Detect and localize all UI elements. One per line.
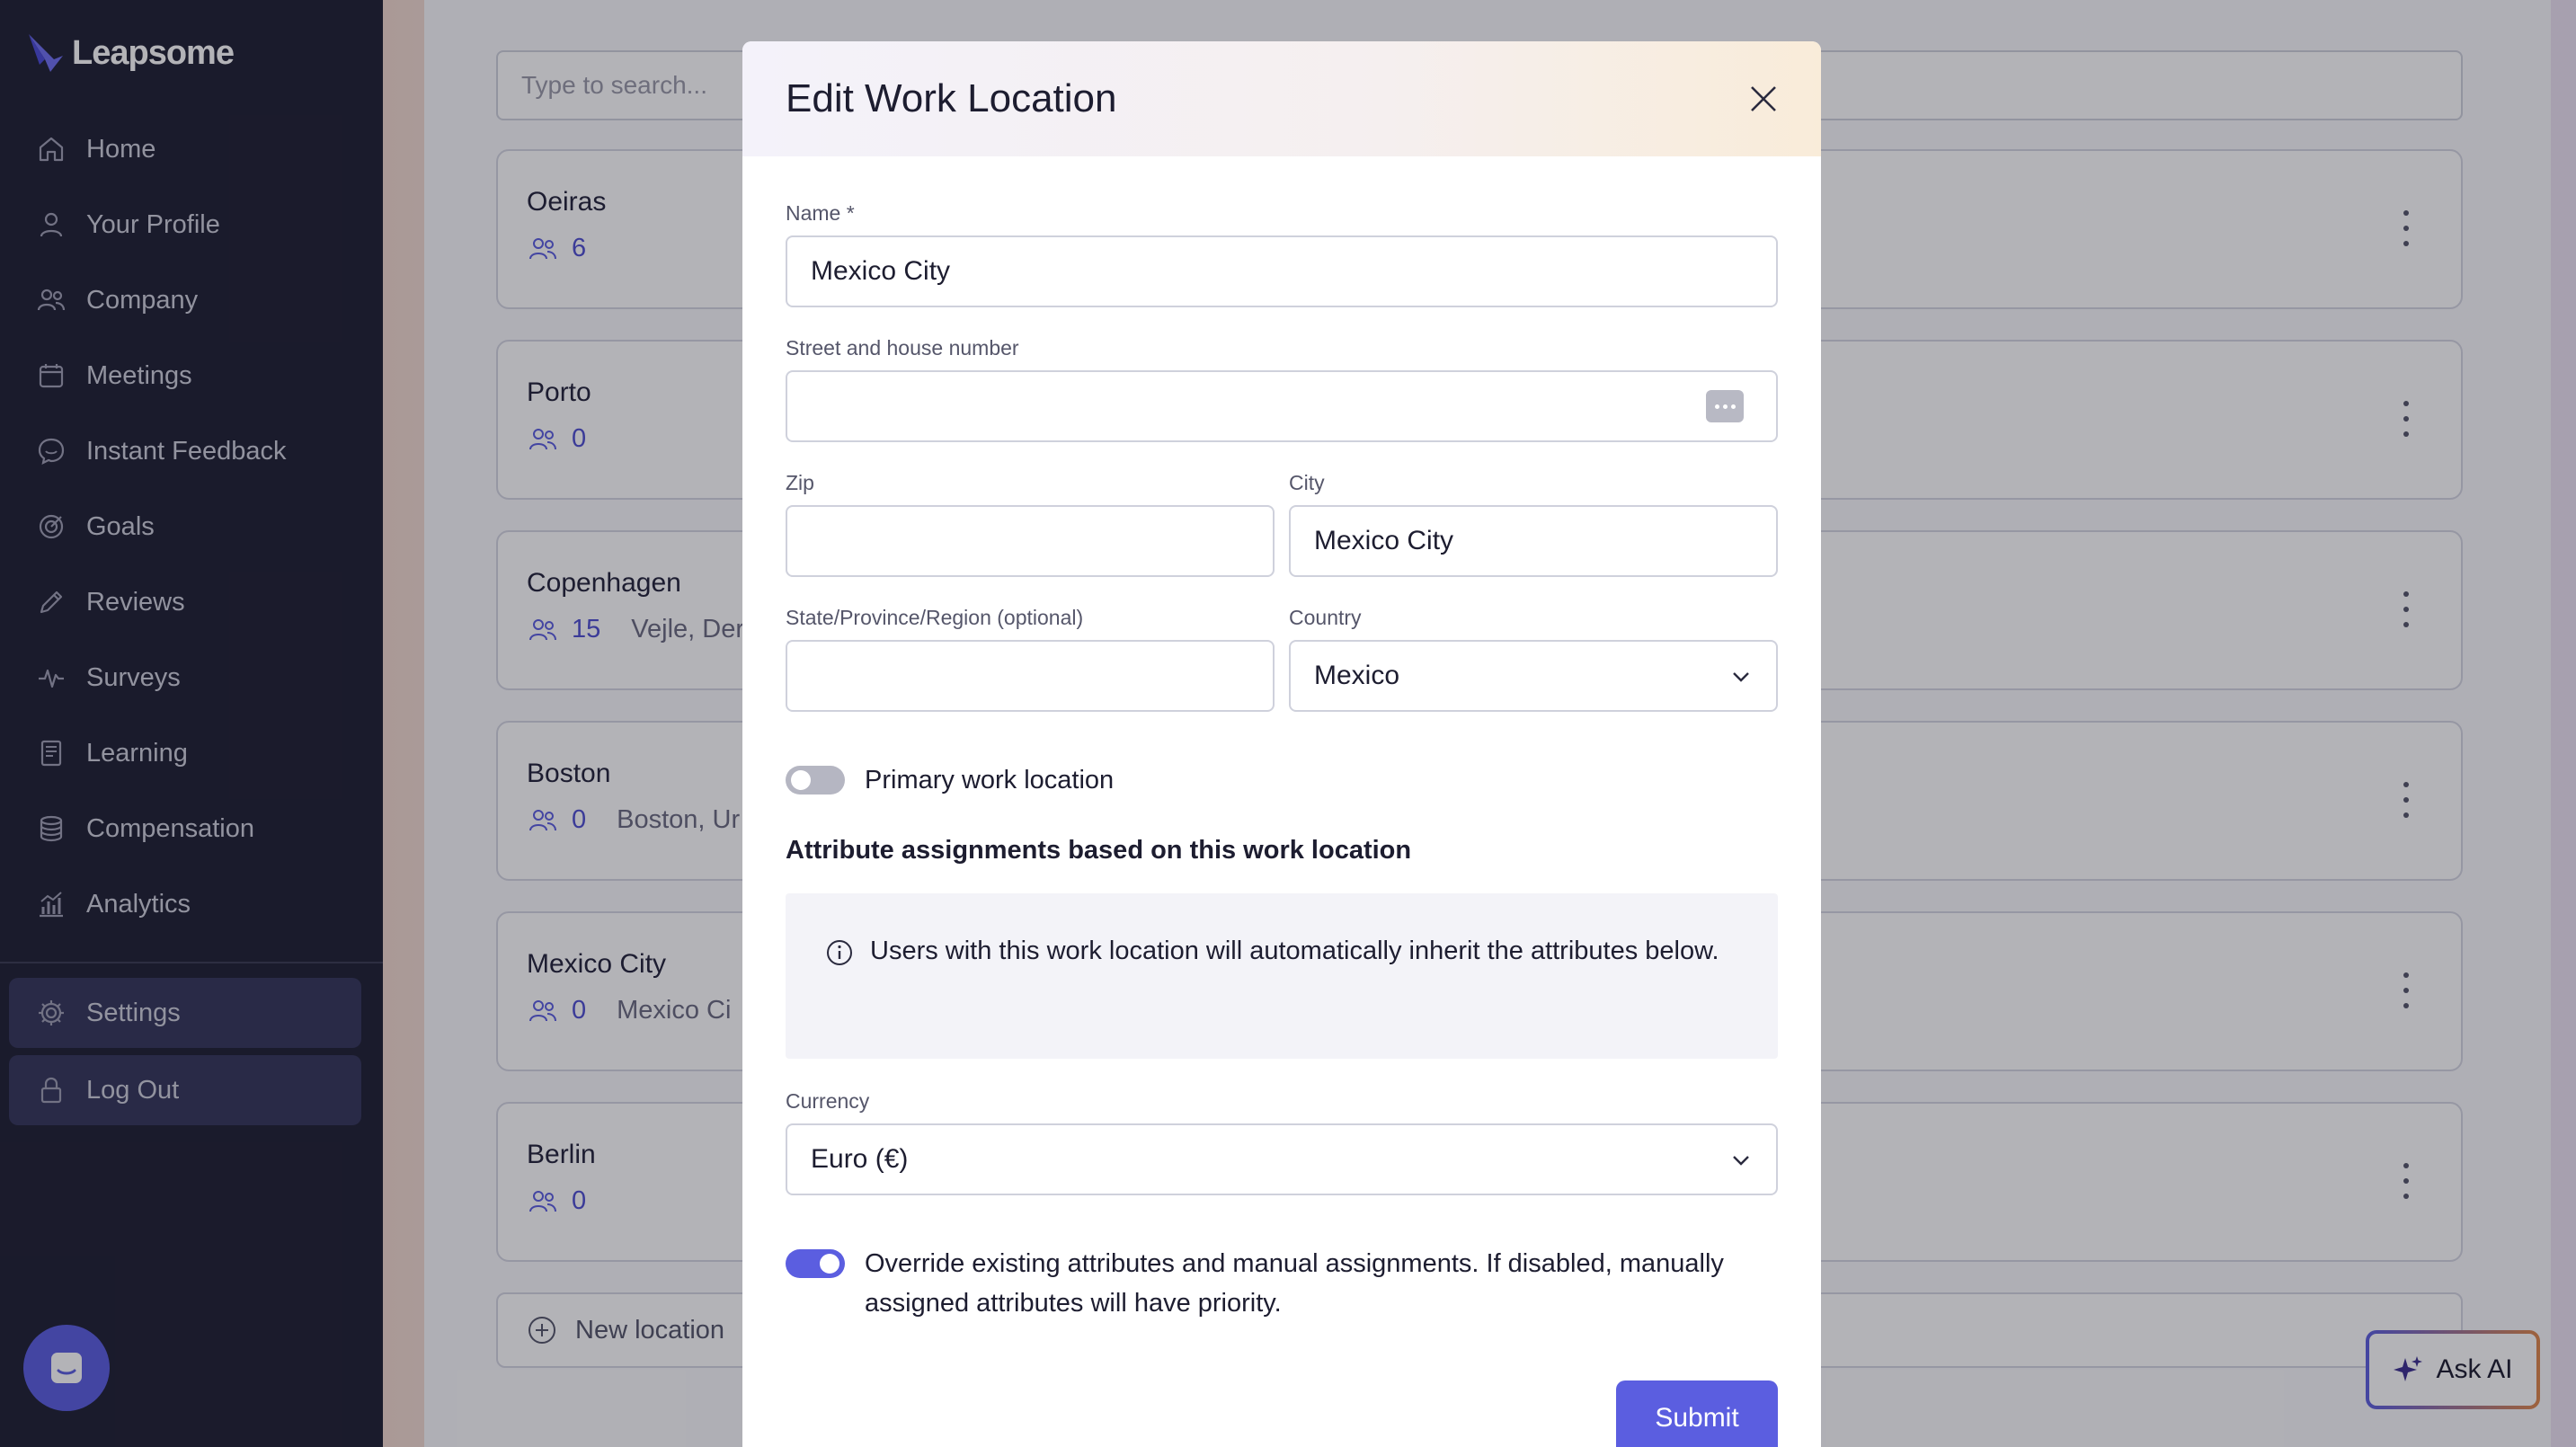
street-input[interactable] — [786, 370, 1778, 442]
name-label: Name * — [786, 201, 855, 225]
chevron-down-icon — [1733, 1156, 1749, 1166]
zip-label: Zip — [786, 471, 814, 494]
attributes-section-title: Attribute assignments based on this work… — [786, 836, 1412, 865]
country-label: Country — [1289, 606, 1362, 629]
name-input[interactable]: Mexico City — [786, 235, 1778, 307]
state-input[interactable] — [786, 640, 1275, 712]
state-label: State/Province/Region (optional) — [786, 606, 1084, 629]
zip-input[interactable] — [786, 505, 1275, 577]
info-icon — [827, 940, 852, 965]
info-callout: Users with this work location will autom… — [786, 893, 1778, 1059]
override-label: Override existing attributes and manual … — [865, 1249, 1724, 1318]
autofill-icon[interactable] — [1706, 390, 1744, 422]
dialog-title: Edit Work Location — [786, 76, 1117, 120]
currency-select[interactable]: Euro (€) — [786, 1123, 1778, 1195]
name-value: Mexico City — [811, 256, 951, 286]
country-value: Mexico — [1314, 661, 1400, 690]
dialog-header: Edit Work Location — [742, 41, 1821, 156]
currency-label: Currency — [786, 1089, 870, 1113]
close-icon — [1751, 86, 1776, 111]
edit-work-location-dialog: Edit Work Location Name * Mexico City St… — [742, 41, 1821, 1447]
primary-location-toggle[interactable] — [786, 766, 845, 795]
primary-location-label: Primary work location — [865, 766, 1115, 795]
close-button[interactable] — [1742, 77, 1785, 120]
city-input[interactable]: Mexico City — [1289, 505, 1778, 577]
info-text: Users with this work location will autom… — [870, 937, 1719, 965]
submit-button[interactable]: Submit — [1616, 1380, 1778, 1447]
city-value: Mexico City — [1314, 526, 1454, 555]
currency-value: Euro (€) — [811, 1144, 909, 1174]
country-select[interactable]: Mexico — [1289, 640, 1778, 712]
chevron-down-icon — [1733, 672, 1749, 682]
override-toggle[interactable] — [786, 1249, 845, 1278]
street-label: Street and house number — [786, 336, 1019, 360]
city-label: City — [1289, 471, 1325, 494]
